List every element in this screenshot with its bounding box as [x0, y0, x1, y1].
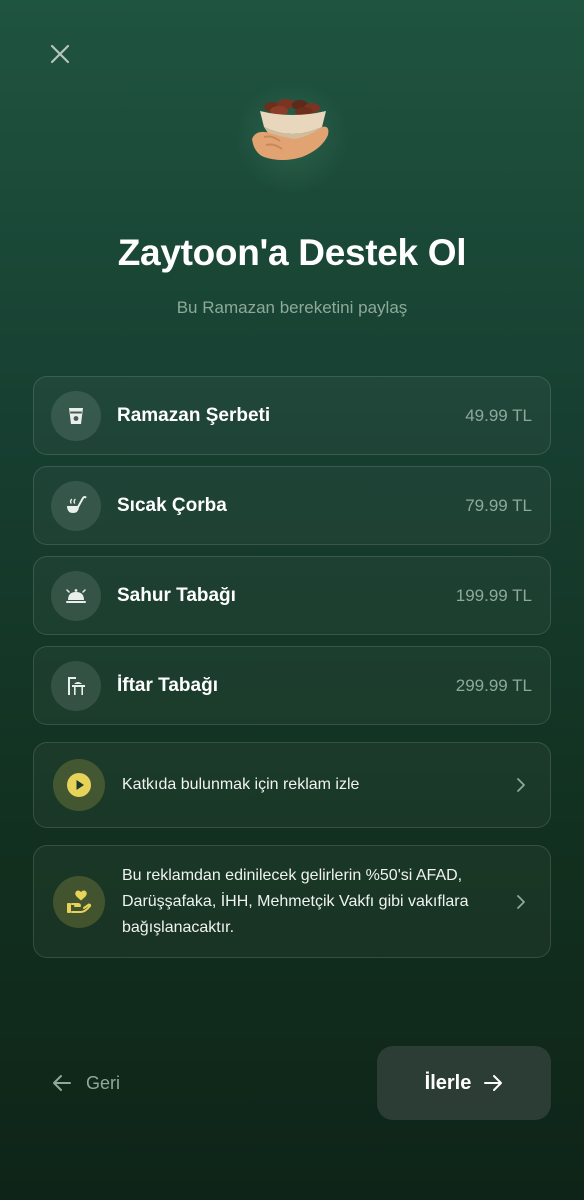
donation-option-iftar-tabagi[interactable]: İftar Tabağı 299.99 TL — [33, 646, 551, 725]
hero-illustration — [232, 82, 352, 192]
donation-price: 299.99 TL — [455, 675, 532, 695]
next-button[interactable]: İlerle — [377, 1046, 551, 1120]
donation-label: İftar Tabağı — [117, 674, 218, 696]
arrow-right-icon — [484, 1075, 503, 1091]
chevron-right-icon — [514, 893, 528, 911]
dinner-table-icon — [68, 676, 85, 695]
back-label: Geri — [86, 1072, 121, 1093]
donation-option-sahur-tabagi[interactable]: Sahur Tabağı 199.99 TL — [33, 556, 551, 635]
donation-price: 199.99 TL — [455, 585, 532, 605]
donation-icon-wrap — [51, 570, 101, 621]
watch-ad-label: Katkıda bulunmak için reklam izle — [122, 776, 360, 793]
food-cloche-icon — [66, 588, 86, 603]
hand-heart-icon — [67, 889, 92, 913]
page-subtitle: Bu Ramazan bereketini paylaş — [176, 298, 408, 317]
donation-icon-wrap — [51, 390, 101, 441]
donation-price: 79.99 TL — [465, 495, 532, 515]
soup-ladle-icon — [67, 495, 87, 513]
chevron-right-icon — [514, 776, 528, 794]
donation-label: Ramazan Şerbeti — [117, 404, 271, 426]
watch-ad-button[interactable]: Katkıda bulunmak için reklam izle — [33, 742, 551, 828]
back-button[interactable]: Geri — [52, 1066, 120, 1100]
ad-donation-info[interactable]: Bu reklamdan edinilecek gelirlerin %50's… — [33, 845, 551, 958]
ad-icon-wrap — [53, 875, 105, 928]
next-label: İlerle — [424, 1071, 472, 1094]
donation-option-sicak-corba[interactable]: Sıcak Çorba 79.99 TL — [33, 466, 551, 545]
donation-icon-wrap — [51, 480, 101, 531]
ad-icon-wrap — [53, 759, 105, 811]
ad-info-text: Bu reklamdan edinilecek gelirlerin %50's… — [122, 866, 469, 936]
page-title: Zaytoon'a Destek Ol — [117, 232, 467, 273]
close-button[interactable] — [44, 38, 76, 70]
donation-label: Sıcak Çorba — [117, 494, 227, 516]
hand-holding-dates-bowl-icon — [252, 99, 329, 160]
arrow-left-icon — [53, 1075, 71, 1091]
donation-label: Sahur Tabağı — [117, 584, 236, 606]
donation-price: 49.99 TL — [465, 405, 532, 425]
drink-cup-icon — [69, 407, 83, 424]
close-icon — [50, 44, 70, 64]
donation-icon-wrap — [51, 660, 101, 711]
donation-option-ramazan-serbeti[interactable]: Ramazan Şerbeti 49.99 TL — [33, 376, 551, 455]
play-circle-icon — [67, 773, 91, 797]
